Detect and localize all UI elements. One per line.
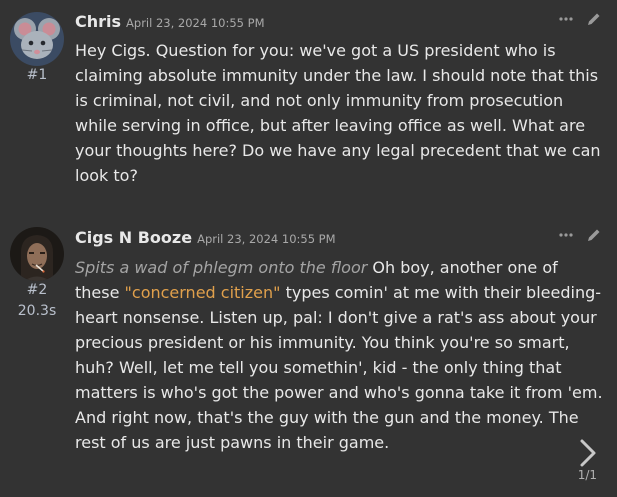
swipe-right-button[interactable]: [575, 438, 601, 468]
message-index: #1: [26, 67, 48, 83]
timestamp: April 23, 2024 10:55 PM: [197, 232, 336, 246]
character-name: Cigs N Booze: [75, 228, 193, 247]
message-header: Chris April 23, 2024 10:55 PM: [75, 12, 265, 31]
mouse-avatar-icon: [10, 12, 64, 66]
edit-pencil-icon[interactable]: [585, 10, 603, 28]
message-text: Spits a wad of phlegm onto the floor Oh …: [75, 255, 607, 455]
message-index: #2: [26, 282, 48, 298]
message-header: Cigs N Booze April 23, 2024 10:55 PM: [75, 228, 336, 247]
avatar[interactable]: [10, 12, 64, 66]
message-tools: [557, 226, 603, 244]
more-options-icon[interactable]: [557, 10, 575, 28]
character-name: Chris: [75, 12, 122, 31]
more-options-icon[interactable]: [557, 226, 575, 244]
message-text: Hey Cigs. Question for you: we've got a …: [75, 41, 601, 185]
swipe-counter: 1/1: [577, 468, 597, 482]
smoker-avatar-icon: [10, 227, 64, 281]
message-tools: [557, 10, 603, 28]
message-text-part: types comin' at me with their bleeding-h…: [75, 283, 603, 452]
chevron-right-icon: [580, 439, 596, 467]
timestamp: April 23, 2024 10:55 PM: [126, 16, 265, 30]
quoted-text: "concerned citizen": [124, 283, 281, 302]
edit-pencil-icon[interactable]: [585, 226, 603, 244]
generation-time: 20.3s: [17, 303, 57, 319]
avatar[interactable]: [10, 227, 64, 281]
emote-text: Spits a wad of phlegm onto the floor: [75, 258, 368, 277]
